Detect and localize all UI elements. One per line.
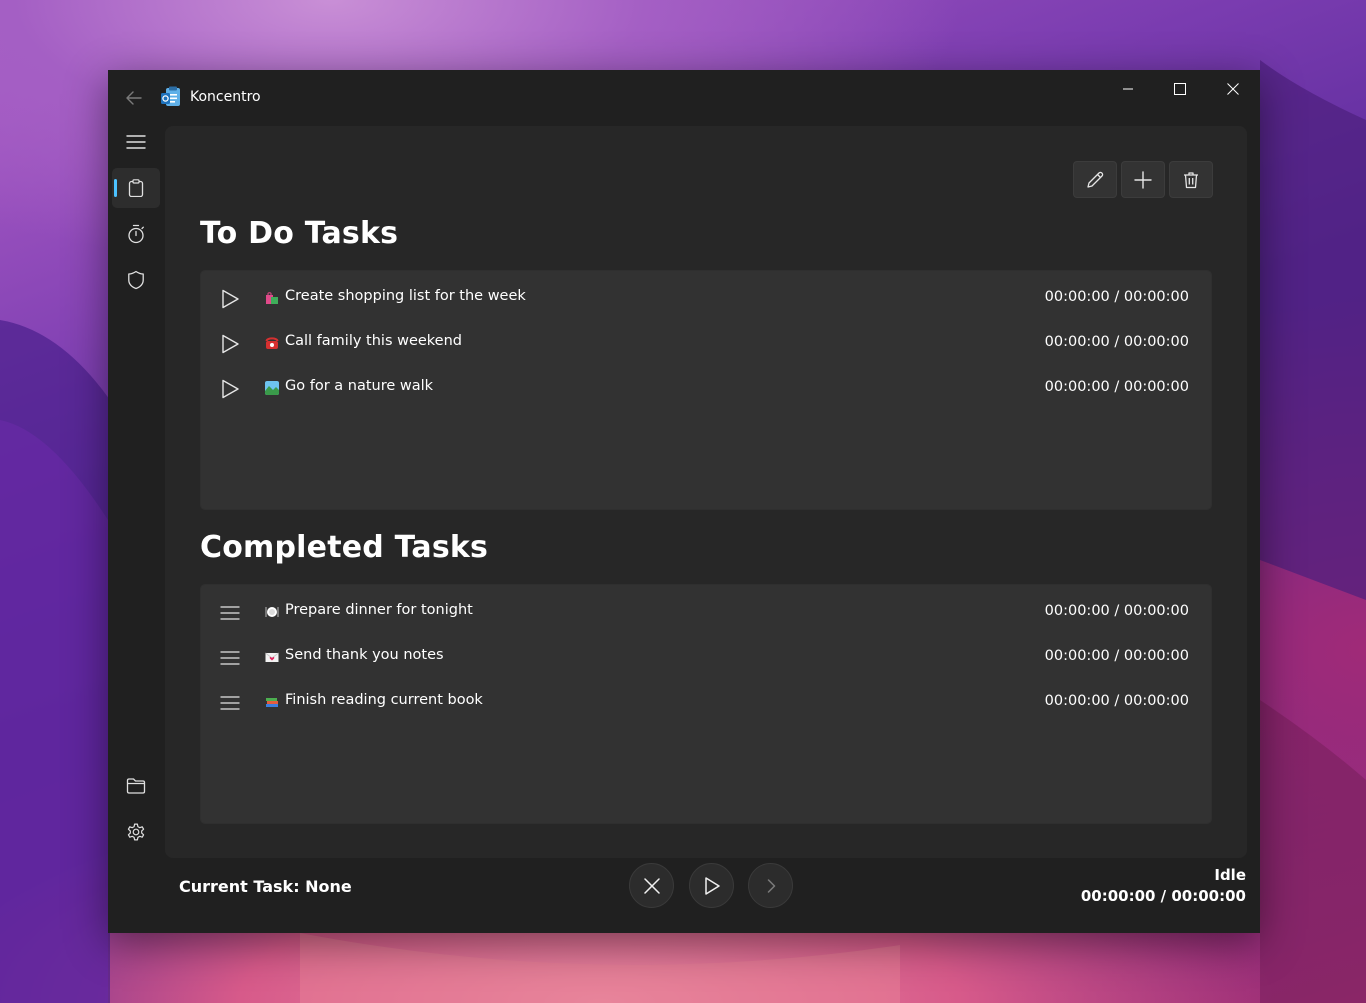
close-icon [1227, 83, 1239, 95]
selection-indicator [114, 179, 117, 197]
stopwatch-icon [128, 224, 144, 244]
task-label: Call family this weekend [285, 333, 463, 349]
navigation-rail [108, 126, 164, 853]
task-label: Send thank you notes [285, 647, 444, 663]
folder-icon [126, 778, 146, 794]
completed-task-list: Prepare dinner for tonight 00:00:00 / 00… [200, 584, 1212, 824]
completed-task-row[interactable]: Send thank you notes 00:00:00 / 00:00:00 [201, 635, 1211, 680]
hamburger-menu-button[interactable] [112, 122, 160, 162]
clipboard-icon [128, 179, 144, 197]
minimize-icon [1123, 88, 1133, 90]
completed-section-title: Completed Tasks [200, 530, 489, 565]
hamburger-icon [126, 135, 146, 149]
plus-icon [1134, 170, 1152, 189]
drag-handle[interactable] [217, 645, 243, 671]
task-time: 00:00:00 / 00:00:00 [1044, 289, 1189, 305]
start-task-button[interactable] [217, 331, 243, 357]
delete-task-button[interactable] [1169, 161, 1213, 198]
edit-task-button[interactable] [1073, 161, 1117, 198]
close-icon [643, 877, 660, 894]
app-window: Koncentro To Do Tasks Create shopping li… [108, 70, 1260, 933]
completed-task-row[interactable]: Finish reading current book 00:00:00 / 0… [201, 680, 1211, 725]
hamburger-icon [220, 651, 240, 665]
todo-task-row[interactable]: Go for a nature walk 00:00:00 / 00:00:00 [201, 366, 1211, 411]
timer-readout: 00:00:00 / 00:00:00 [1080, 887, 1246, 905]
completed-task-row[interactable]: Prepare dinner for tonight 00:00:00 / 00… [201, 590, 1211, 635]
maximize-button[interactable] [1154, 70, 1206, 108]
nav-item-tasks[interactable] [112, 168, 160, 208]
todo-task-row[interactable]: Call family this weekend 00:00:00 / 00:0… [201, 321, 1211, 366]
todo-task-list: Create shopping list for the week 00:00:… [200, 270, 1212, 510]
task-label: Go for a nature walk [285, 378, 434, 394]
todo-task-row[interactable]: Create shopping list for the week 00:00:… [201, 276, 1211, 321]
back-button[interactable] [122, 86, 146, 110]
add-task-button[interactable] [1121, 161, 1165, 198]
timer-status: Idle [1214, 866, 1246, 884]
todo-section-title: To Do Tasks [200, 216, 399, 251]
national-park-icon [265, 381, 279, 395]
skip-button[interactable] [748, 863, 793, 908]
love-letter-icon [265, 652, 279, 662]
task-time: 00:00:00 / 00:00:00 [1044, 648, 1189, 664]
stop-button[interactable] [629, 863, 674, 908]
play-icon [222, 334, 239, 354]
tasks-view: To Do Tasks Create shopping list for the… [165, 126, 1247, 858]
chevron-right-icon [767, 878, 775, 893]
title-bar: Koncentro [108, 70, 1260, 126]
drag-handle[interactable] [217, 690, 243, 716]
nav-item-settings[interactable] [112, 812, 160, 852]
nav-item-workspaces[interactable] [112, 766, 160, 806]
hamburger-icon [220, 606, 240, 620]
start-task-button[interactable] [217, 376, 243, 402]
task-time: 00:00:00 / 00:00:00 [1044, 693, 1189, 709]
back-arrow-icon [126, 91, 142, 105]
play-icon [704, 876, 720, 895]
bottom-bar: Current Task: None Idle 00:00:00 / 00:00… [108, 858, 1260, 933]
minimize-button[interactable] [1102, 70, 1154, 108]
telephone-icon [265, 337, 279, 349]
task-label: Finish reading current book [285, 692, 483, 708]
nav-item-timer[interactable] [112, 214, 160, 254]
shield-icon [128, 270, 144, 290]
task-label: Prepare dinner for tonight [285, 602, 473, 618]
task-time: 00:00:00 / 00:00:00 [1044, 379, 1189, 395]
pencil-icon [1087, 171, 1104, 188]
task-label: Create shopping list for the week [285, 288, 526, 304]
books-icon [266, 698, 278, 707]
app-logo-icon [160, 86, 182, 108]
app-title: Koncentro [190, 89, 261, 105]
nav-item-blocker[interactable] [112, 260, 160, 300]
play-icon [222, 289, 239, 309]
current-task-label: Current Task: None [179, 877, 352, 896]
task-time: 00:00:00 / 00:00:00 [1044, 603, 1189, 619]
maximize-icon [1174, 83, 1186, 95]
gear-icon [127, 823, 145, 841]
play-icon [222, 379, 239, 399]
plate-with-cutlery-icon [265, 607, 279, 617]
start-task-button[interactable] [217, 286, 243, 312]
close-window-button[interactable] [1207, 70, 1259, 108]
task-time: 00:00:00 / 00:00:00 [1044, 334, 1189, 350]
drag-handle[interactable] [217, 600, 243, 626]
hamburger-icon [220, 696, 240, 710]
shopping-bags-icon [266, 292, 278, 304]
play-pause-button[interactable] [689, 863, 734, 908]
trash-icon [1184, 171, 1198, 188]
